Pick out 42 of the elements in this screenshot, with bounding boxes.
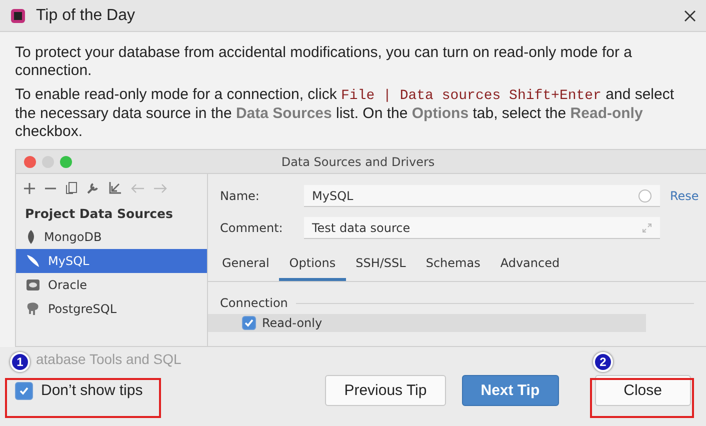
leaf-icon [26,230,36,244]
data-source-item[interactable]: Oracle [16,273,207,297]
check-icon [244,318,254,328]
feather-icon [26,254,40,268]
reset-link[interactable]: Rese [670,189,699,203]
section-title: Connection [220,296,288,310]
previous-button[interactable]: Previous Tip [325,375,446,406]
import-icon[interactable] [109,182,121,194]
dont-show-checkbox[interactable] [15,382,33,400]
section-title: atabase Tools and SQL [36,351,182,367]
comment-field[interactable]: Test data source [304,217,660,239]
tab[interactable]: Schemas [416,248,490,281]
tab[interactable]: General [212,248,280,281]
plus-icon[interactable] [24,182,35,194]
tab[interactable]: Advanced [490,248,570,281]
tip-paragraph: To protect your database from accidental modifications, you can turn on read-only mode for a connection. [15,44,633,80]
circle-icon [638,188,652,202]
copy-icon[interactable] [66,182,77,194]
checkbox-label: Read-only [262,316,322,330]
window-title: Tip of the Day [36,6,136,24]
close-icon[interactable] [684,10,696,22]
check-icon [19,386,29,396]
checkbox-label: Don’t show tips [41,382,143,399]
close-button[interactable]: Close [594,375,691,406]
window-dot [24,156,36,168]
app-icon [10,8,26,24]
next-button[interactable]: Next Tip [462,375,559,406]
field-label: Name: [220,189,260,203]
tab[interactable]: SSH/SSL [346,248,416,281]
wrench-icon[interactable] [87,182,99,194]
sidebar-heading: Project Data Sources [24,205,174,223]
data-source-item[interactable]: MySQL [16,249,207,273]
tab[interactable]: Options [279,248,346,281]
data-source-item[interactable]: MongoDB [16,225,207,249]
window-dot [60,156,72,168]
tip-paragraph: To enable read-only mode for a connection, click File | Data sources Shift+Enter and select the necessary data source in the Data Sources list. On the Options tab, select the Read-only checkbox. [15,86,676,141]
name-field[interactable]: MySQL [304,185,660,207]
data-source-item[interactable]: PostgreSQL [16,297,207,321]
field-label: Comment: [220,221,284,235]
elephant-icon [26,302,40,316]
dialog-title: Data Sources and Drivers [280,154,436,168]
read-only-checkbox[interactable] [242,316,256,330]
